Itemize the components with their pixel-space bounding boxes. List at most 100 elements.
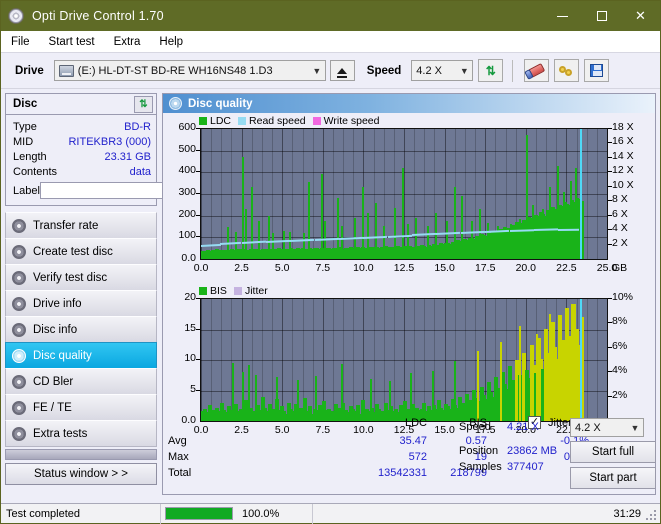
title-bar: Opti Drive Control 1.70 ✕ bbox=[1, 1, 660, 31]
gridline bbox=[607, 129, 608, 259]
speed-select-value: 4.2 X bbox=[416, 64, 442, 77]
save-button[interactable] bbox=[584, 59, 610, 82]
disc-icon bbox=[12, 400, 26, 415]
legend-swatch bbox=[199, 117, 207, 125]
stats-avg-ldc: 35.47 bbox=[399, 435, 427, 447]
axis-tick bbox=[608, 171, 612, 173]
legend-item-ldc: LDC bbox=[199, 115, 231, 127]
minimize-button[interactable] bbox=[543, 1, 582, 31]
axis-tick bbox=[196, 149, 200, 151]
axis-tick bbox=[608, 395, 612, 397]
chart-bar-spike bbox=[570, 181, 572, 259]
axis-tick bbox=[196, 214, 200, 216]
charts-container: LDC Read speed Write speed BIS Jitter 60… bbox=[163, 113, 655, 436]
position-label: Position bbox=[459, 445, 499, 457]
axis-tick-label: 20.0 bbox=[515, 262, 537, 274]
disc-info-rows: Type BD-R MID RITEKBR3 (000) Length 23.3… bbox=[6, 115, 242, 205]
start-part-button[interactable]: Start part bbox=[570, 467, 656, 489]
bis-chart-plot[interactable] bbox=[200, 298, 608, 422]
disc-icon bbox=[12, 270, 26, 285]
chart-bar-spike bbox=[268, 216, 270, 259]
sidebar-item-fe-te[interactable]: FE / TE bbox=[5, 394, 157, 421]
sidebar-nav: Transfer rate Create test disc Verify te… bbox=[5, 212, 157, 485]
gridline bbox=[607, 299, 608, 421]
drive-select[interactable]: (E:) HL-DT-ST BD-RE WH16NS48 1.D3 ▼ bbox=[53, 60, 326, 81]
axis-tick-label: 16 X bbox=[612, 135, 634, 148]
axis-tick-label: 600 bbox=[178, 121, 196, 133]
speed-select-bottom[interactable]: 4.2 X ▼ bbox=[570, 418, 644, 437]
status-bar: Test completed 100.0% 31:29 bbox=[1, 503, 660, 524]
axis-tick-label: 200 bbox=[178, 207, 196, 220]
gridline bbox=[201, 172, 607, 173]
axis-tick-label: 12 X bbox=[612, 164, 634, 177]
chart-bar-spike bbox=[321, 174, 323, 259]
sidebar-item-disc-quality[interactable]: Disc quality bbox=[5, 342, 157, 369]
axis-tick-label: 2.5 bbox=[234, 262, 249, 274]
axis-tick-label: 500 bbox=[178, 142, 196, 155]
samples-label: Samples bbox=[459, 461, 502, 473]
stats-max-ldc: 572 bbox=[408, 451, 427, 463]
chart-bar-spike bbox=[415, 218, 417, 259]
read-speed-line bbox=[201, 243, 221, 247]
axis-tick bbox=[608, 156, 612, 158]
start-full-button[interactable]: Start full bbox=[570, 441, 656, 463]
axis-tick-label: 22.5 bbox=[556, 262, 577, 274]
axis-tick-label: 10 bbox=[184, 352, 196, 364]
axis-tick-label: GB bbox=[612, 262, 628, 274]
chart-bar-spike bbox=[407, 224, 409, 259]
refresh-icon: ⇅ bbox=[139, 98, 148, 110]
eject-button[interactable] bbox=[329, 60, 355, 81]
erase-button[interactable] bbox=[524, 59, 550, 82]
legend-label: Read speed bbox=[249, 115, 306, 127]
window-controls: ✕ bbox=[543, 1, 660, 31]
sidebar-item-verify-test-disc[interactable]: Verify test disc bbox=[5, 264, 157, 291]
legend-swatch bbox=[312, 117, 321, 125]
chevron-down-icon: ▼ bbox=[630, 422, 640, 433]
speed-select-bottom-value: 4.2 X bbox=[575, 421, 601, 434]
sidebar-item-label: Create test disc bbox=[33, 245, 113, 258]
disc-icon bbox=[12, 348, 26, 363]
menu-item-help[interactable]: Help bbox=[159, 36, 183, 48]
speed-select[interactable]: 4.2 X ▼ bbox=[411, 60, 474, 81]
status-window-button[interactable]: Status window > > bbox=[5, 463, 157, 485]
drive-toolbar: Drive (E:) HL-DT-ST BD-RE WH16NS48 1.D3 … bbox=[1, 53, 660, 89]
position-value: 23862 MB bbox=[507, 445, 558, 457]
gridline bbox=[201, 194, 607, 195]
legend-item-write-speed: Write speed bbox=[312, 115, 380, 127]
sidebar-item-extra-tests[interactable]: Extra tests bbox=[5, 420, 157, 447]
refresh-button[interactable]: ⇅ bbox=[478, 59, 504, 82]
close-button[interactable]: ✕ bbox=[621, 1, 660, 31]
sidebar-item-create-test-disc[interactable]: Create test disc bbox=[5, 238, 157, 265]
speed-label: Speed bbox=[366, 64, 402, 77]
sidebar-item-disc-info[interactable]: Disc info bbox=[5, 316, 157, 343]
axis-tick-label: 300 bbox=[178, 186, 196, 198]
axis-tick-label: 14 X bbox=[612, 149, 634, 162]
disc-label-label: Label bbox=[13, 184, 40, 197]
disc-refresh-button[interactable]: ⇅ bbox=[134, 95, 153, 113]
chart-bar-spike bbox=[479, 209, 481, 259]
ldc-chart-plot[interactable] bbox=[200, 128, 608, 260]
disc-type-label: Type bbox=[13, 120, 37, 133]
menu-item-extra[interactable]: Extra bbox=[114, 36, 141, 48]
sidebar-item-label: Disc quality bbox=[33, 349, 92, 362]
legend-swatch bbox=[233, 287, 242, 295]
chart-bar-spike bbox=[232, 363, 234, 421]
save-icon bbox=[590, 64, 604, 77]
maximize-button[interactable] bbox=[582, 1, 621, 31]
chart-bar-spike bbox=[337, 198, 339, 259]
chart-bar-spike bbox=[427, 226, 429, 259]
resize-grip-icon[interactable] bbox=[646, 508, 658, 520]
menu-item-file[interactable]: File bbox=[11, 36, 30, 48]
sidebar-item-cd-bler[interactable]: CD Bler bbox=[5, 368, 157, 395]
menu-item-start-test[interactable]: Start test bbox=[49, 36, 95, 48]
chart-bar-spike bbox=[341, 226, 343, 259]
read-speed-line bbox=[436, 232, 461, 236]
gridline bbox=[201, 151, 607, 152]
sidebar-item-drive-info[interactable]: Drive info bbox=[5, 290, 157, 317]
chart-bar-spike bbox=[446, 221, 448, 259]
chart-bar-spike bbox=[245, 209, 247, 259]
legend-item-jitter: Jitter bbox=[233, 285, 268, 297]
sidebar-item-transfer-rate[interactable]: Transfer rate bbox=[5, 212, 157, 239]
tools-button[interactable] bbox=[554, 59, 580, 82]
window-title: Opti Drive Control 1.70 bbox=[32, 9, 164, 23]
